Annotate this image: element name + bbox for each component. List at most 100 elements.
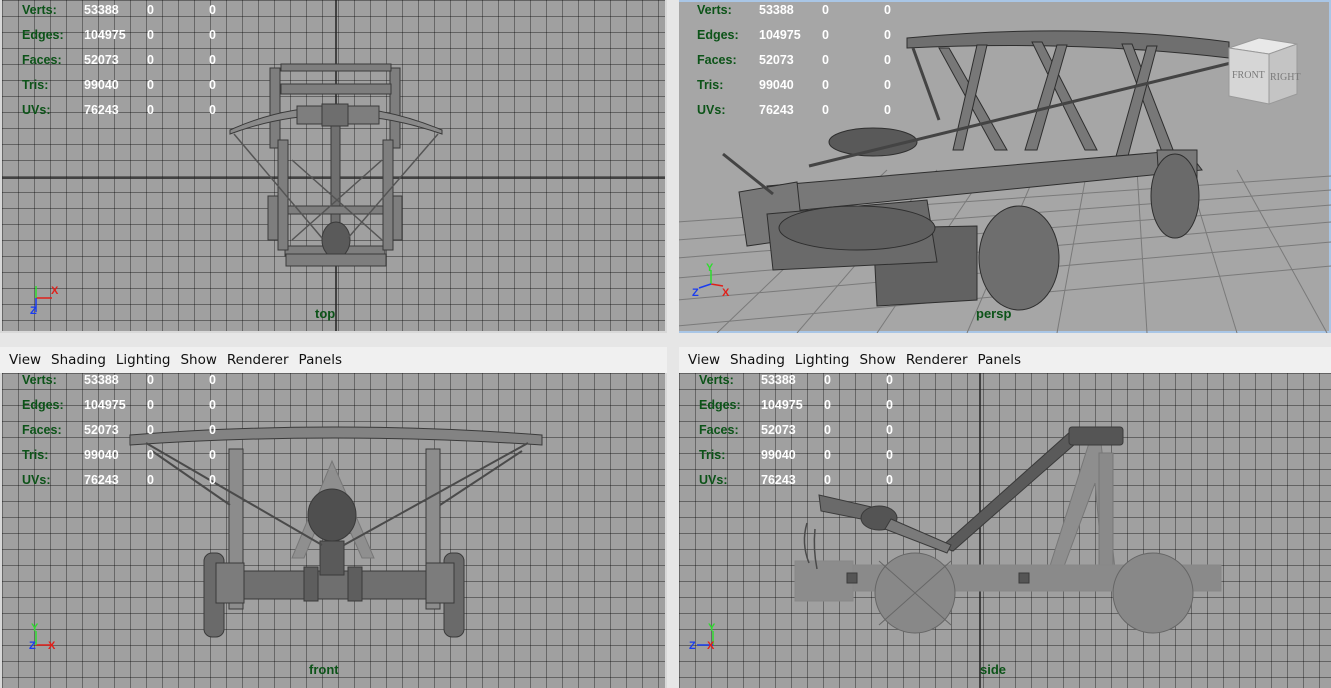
hud-value: 0 bbox=[209, 473, 216, 487]
pane-persp: FRONT RIGHT Verts: 53388 0 0 Edges: 104975 0 0… bbox=[677, 0, 1331, 333]
hud-label: Edges: bbox=[22, 28, 64, 42]
menu-show[interactable]: Show bbox=[859, 352, 895, 368]
menu-renderer[interactable]: Renderer bbox=[906, 352, 968, 368]
hud-value: 76243 bbox=[759, 103, 794, 117]
hud-label: Verts: bbox=[697, 3, 732, 17]
hud-value: 52073 bbox=[761, 423, 796, 437]
view-cube-front: FRONT bbox=[1232, 70, 1265, 81]
hud-value: 0 bbox=[209, 3, 216, 17]
menu-renderer[interactable]: Renderer bbox=[227, 352, 289, 368]
axis-z-label: Z bbox=[692, 287, 699, 299]
menu-panels[interactable]: Panels bbox=[978, 352, 1021, 368]
hud-value: 0 bbox=[886, 473, 893, 487]
hud-label: UVs: bbox=[697, 103, 726, 117]
axis-y-label: Y bbox=[31, 622, 39, 634]
hud-label: Verts: bbox=[22, 373, 57, 387]
hud-value: 99040 bbox=[761, 448, 796, 462]
menu-shading[interactable]: Shading bbox=[730, 352, 785, 368]
hud-value: 99040 bbox=[759, 78, 794, 92]
hud-value: 0 bbox=[147, 448, 154, 462]
view-cube-right: RIGHT bbox=[1270, 72, 1301, 83]
camera-label-front: front bbox=[309, 662, 339, 677]
hud-label: Faces: bbox=[22, 423, 62, 437]
pane-side: View Shading Lighting Show Renderer Pane… bbox=[679, 347, 1331, 688]
hud-value: 0 bbox=[209, 373, 216, 387]
menu-lighting[interactable]: Lighting bbox=[116, 352, 171, 368]
viewport-top[interactable]: Verts: 53388 0 0 Edges: 104975 0 0 Faces: 52073… bbox=[2, 0, 665, 331]
hud-value: 0 bbox=[822, 3, 829, 17]
catapult-model-persp: FRONT RIGHT bbox=[677, 30, 1331, 333]
hud-value: 0 bbox=[209, 28, 216, 42]
hud-value: 0 bbox=[147, 398, 154, 412]
hud-value: 0 bbox=[822, 78, 829, 92]
menu-view[interactable]: View bbox=[9, 352, 41, 368]
hud-value: 0 bbox=[824, 448, 831, 462]
pane-divider-horizontal[interactable] bbox=[0, 333, 1331, 347]
hud-value: 53388 bbox=[761, 373, 796, 387]
hud-value: 0 bbox=[886, 373, 893, 387]
hud-value: 0 bbox=[824, 373, 831, 387]
hud-value: 0 bbox=[147, 103, 154, 117]
hud-value: 53388 bbox=[84, 373, 119, 387]
hud-value: 104975 bbox=[84, 398, 126, 412]
panel-menubar: View Shading Lighting Show Renderer Pane… bbox=[0, 347, 667, 373]
hud-label: UVs: bbox=[699, 473, 728, 487]
hud-value: 0 bbox=[822, 103, 829, 117]
menu-show[interactable]: Show bbox=[180, 352, 216, 368]
hud-value: 53388 bbox=[84, 3, 119, 17]
viewport-side[interactable]: Verts: 53388 0 0 Edges: 104975 0 0 Faces: 52073… bbox=[679, 373, 1331, 688]
menu-view[interactable]: View bbox=[688, 352, 720, 368]
hud-label: Edges: bbox=[699, 398, 741, 412]
menu-lighting[interactable]: Lighting bbox=[795, 352, 850, 368]
hud-label: Faces: bbox=[699, 423, 739, 437]
hud-value: 0 bbox=[209, 53, 216, 67]
axis-z-label: Z bbox=[30, 305, 37, 317]
viewport-front[interactable]: Verts: 53388 0 0 Edges: 104975 0 0 Faces: 52073… bbox=[2, 373, 665, 688]
hud-value: 0 bbox=[884, 28, 891, 42]
menu-shading[interactable]: Shading bbox=[51, 352, 106, 368]
axis-gizmo-icon: Y X Z bbox=[692, 262, 730, 299]
camera-label-top: top bbox=[315, 306, 336, 321]
pane-front: View Shading Lighting Show Renderer Pane… bbox=[0, 347, 667, 688]
hud-value: 0 bbox=[209, 423, 216, 437]
hud-value: 104975 bbox=[84, 28, 126, 42]
hud-value: 0 bbox=[824, 423, 831, 437]
hud-value: 0 bbox=[884, 53, 891, 67]
hud-value: 0 bbox=[886, 423, 893, 437]
hud-value: 0 bbox=[209, 398, 216, 412]
axis-gizmo-icon: X Z bbox=[30, 285, 59, 317]
view-cube-icon[interactable]: FRONT RIGHT bbox=[1228, 37, 1301, 105]
catapult-model-side bbox=[794, 373, 1222, 688]
hud-value: 0 bbox=[147, 3, 154, 17]
hud-value: 0 bbox=[147, 423, 154, 437]
hud-value: 0 bbox=[884, 103, 891, 117]
catapult-model-front bbox=[129, 426, 543, 638]
hud-label: Edges: bbox=[697, 28, 739, 42]
menu-panels[interactable]: Panels bbox=[299, 352, 342, 368]
hud-value: 76243 bbox=[761, 473, 796, 487]
viewport-persp[interactable]: FRONT RIGHT Verts: 53388 0 0 Edges: 104975 0 0… bbox=[677, 0, 1331, 333]
hud-value: 0 bbox=[886, 448, 893, 462]
hud-value: 76243 bbox=[84, 473, 119, 487]
hud-value: 104975 bbox=[761, 398, 803, 412]
hud-value: 0 bbox=[209, 448, 216, 462]
hud-value: 52073 bbox=[84, 53, 119, 67]
hud-label: Edges: bbox=[22, 398, 64, 412]
hud-value: 0 bbox=[209, 103, 216, 117]
axis-x-label: X bbox=[48, 640, 56, 652]
hud-value: 0 bbox=[147, 373, 154, 387]
hud-label: Verts: bbox=[22, 3, 57, 17]
hud-value: 0 bbox=[824, 398, 831, 412]
hud-label: Tris: bbox=[699, 448, 726, 462]
hud-label: UVs: bbox=[22, 473, 51, 487]
hud-value: 0 bbox=[824, 473, 831, 487]
hud-value: 0 bbox=[147, 28, 154, 42]
hud-value: 99040 bbox=[84, 448, 119, 462]
panel-menubar: View Shading Lighting Show Renderer Pane… bbox=[679, 347, 1331, 373]
hud-label: UVs: bbox=[22, 103, 51, 117]
hud-value: 0 bbox=[147, 78, 154, 92]
hud-label: Verts: bbox=[699, 373, 734, 387]
camera-label-side: side bbox=[980, 662, 1007, 677]
axis-x-label: X bbox=[707, 640, 715, 652]
axis-gizmo-icon: Y Z X bbox=[689, 622, 716, 652]
